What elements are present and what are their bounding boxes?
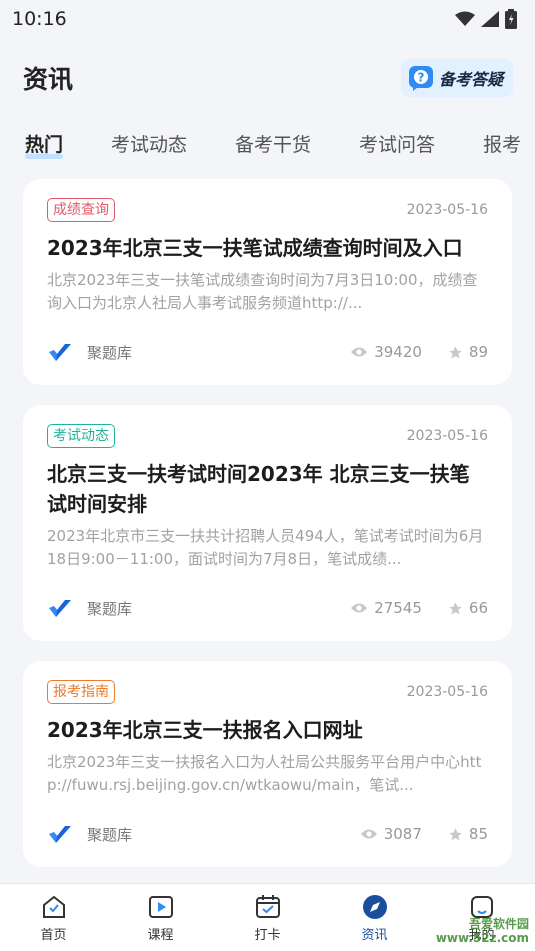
article-date: 2023-05-16 — [406, 684, 488, 700]
eye-icon — [351, 347, 368, 357]
article-tag: 报考指南 — [47, 680, 115, 704]
article-title: 2023年北京三支一扶报名入口网址 — [47, 718, 363, 742]
star-icon — [449, 345, 462, 358]
status-time: 10:16 — [12, 8, 67, 30]
star-count-value: 89 — [468, 343, 488, 361]
star-icon — [449, 601, 462, 614]
star-count-value: 85 — [468, 825, 488, 843]
page-title: 资讯 — [23, 65, 74, 94]
qa-button-label: 备考答疑 — [438, 70, 503, 89]
question-chat-icon: ? — [408, 66, 433, 91]
article-list: 成绩查询 2023-05-16 2023年北京三支一扶笔试成绩查询时间及入口 北… — [0, 168, 535, 867]
watermark-line1: 吾爱软件园 — [468, 917, 529, 931]
tab-exam-news[interactable]: 考试动态 — [111, 130, 187, 157]
view-count: 3087 — [360, 825, 422, 843]
qa-button[interactable]: ? 备考答疑 — [400, 59, 513, 97]
article-source: 聚题库 — [47, 598, 132, 619]
view-count-value: 3087 — [383, 825, 422, 843]
nav-checkin[interactable]: 打卡 — [233, 893, 303, 943]
svg-text:?: ? — [418, 71, 425, 85]
article-tag: 成绩查询 — [47, 198, 115, 222]
header: 资讯 ? 备考答疑 — [0, 38, 535, 118]
star-count: 66 — [448, 599, 488, 617]
nav-news-label: 资讯 — [361, 927, 388, 943]
source-logo-icon — [49, 600, 71, 617]
article-summary: 北京2023年三支一扶笔试成绩查询时间为7月3日10:00，成绩查询入口为北京人… — [47, 271, 478, 312]
view-count: 39420 — [350, 343, 422, 361]
tab-exam-qa[interactable]: 考试问答 — [359, 130, 435, 157]
watermark: 吾爱软件园 www.52z.com — [436, 917, 529, 945]
nav-courses-label: 课程 — [147, 927, 174, 943]
article-card[interactable]: 报考指南 2023-05-16 2023年北京三支一扶报名入口网址 北京2023… — [23, 661, 512, 867]
status-icons — [455, 9, 517, 29]
star-count-value: 66 — [468, 599, 488, 617]
source-name: 聚题库 — [87, 599, 133, 618]
article-source: 聚题库 — [47, 342, 132, 363]
source-name: 聚题库 — [87, 343, 133, 362]
article-summary: 北京2023年三支一扶报名入口为人社局公共服务平台用户中心http://fuwu… — [47, 753, 482, 794]
view-count-value: 27545 — [374, 599, 422, 617]
category-tabs: 热门 考试动态 备考干货 考试问答 报考 — [0, 118, 535, 168]
calendar-check-icon — [255, 894, 280, 918]
eye-icon — [360, 829, 377, 839]
nav-courses[interactable]: 课程 — [126, 893, 196, 943]
article-card[interactable]: 考试动态 2023-05-16 北京三支一扶考试时间2023年 北京三支一扶笔试… — [23, 405, 512, 641]
article-summary: 2023年北京市三支一扶共计招聘人员494人，笔试考试时间为6月18日9:00－… — [47, 527, 484, 568]
article-card[interactable]: 成绩查询 2023-05-16 2023年北京三支一扶笔试成绩查询时间及入口 北… — [23, 179, 512, 385]
star-count: 89 — [448, 343, 488, 361]
star-count: 85 — [448, 825, 488, 843]
home-icon — [42, 895, 65, 918]
nav-home[interactable]: 首页 — [19, 893, 89, 943]
article-date: 2023-05-16 — [406, 202, 488, 218]
tab-hot[interactable]: 热门 — [25, 130, 64, 159]
compass-icon — [362, 894, 387, 919]
article-title: 2023年北京三支一扶笔试成绩查询时间及入口 — [47, 236, 463, 260]
article-title: 北京三支一扶考试时间2023年 北京三支一扶笔试时间安排 — [47, 462, 470, 516]
source-name: 聚题库 — [87, 825, 133, 844]
tab-registration[interactable]: 报考 — [483, 130, 521, 157]
nav-home-label: 首页 — [40, 927, 67, 943]
source-logo-icon — [49, 826, 71, 843]
source-logo-icon — [49, 344, 71, 361]
article-tag: 考试动态 — [47, 424, 115, 448]
star-icon — [449, 827, 462, 840]
eye-icon — [351, 603, 368, 613]
tab-study-tips[interactable]: 备考干货 — [235, 130, 311, 157]
battery-icon — [505, 9, 517, 29]
article-date: 2023-05-16 — [406, 428, 488, 444]
watermark-line2: www.52z.com — [435, 931, 529, 945]
play-icon — [148, 895, 173, 918]
view-count: 27545 — [350, 599, 422, 617]
view-count-value: 39420 — [374, 343, 422, 361]
nav-news[interactable]: 资讯 — [340, 893, 410, 943]
wifi-icon — [455, 11, 475, 26]
signal-icon — [481, 11, 499, 27]
status-bar: 10:16 — [0, 0, 535, 38]
nav-checkin-label: 打卡 — [254, 927, 281, 943]
article-source: 聚题库 — [47, 824, 132, 845]
